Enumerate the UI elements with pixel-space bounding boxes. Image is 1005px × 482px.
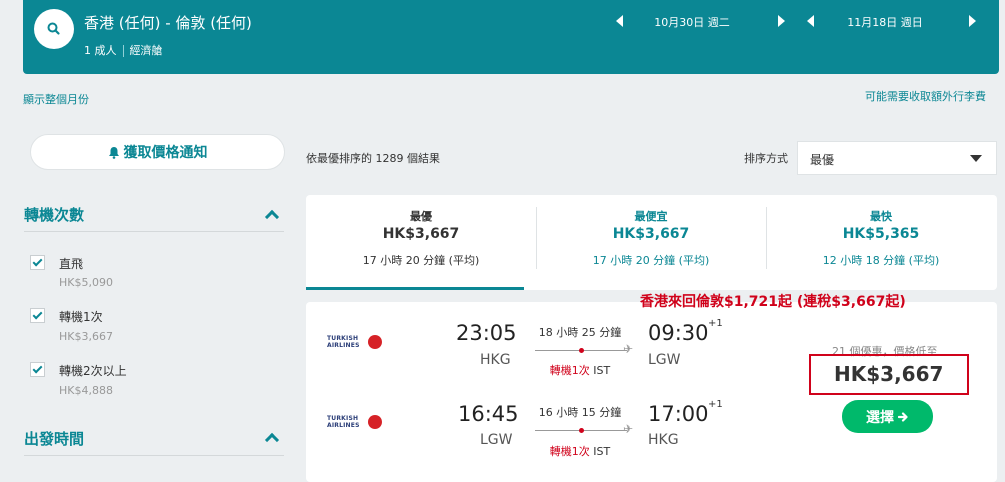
outbound-arrive-day: +1: [708, 318, 723, 329]
sort-value: 最優: [810, 153, 835, 167]
passenger-cabin-summary[interactable]: 1 成人 經濟艙: [84, 42, 163, 58]
checkmark-icon: [32, 309, 43, 320]
inbound-depart-airport: LGW: [480, 432, 513, 448]
airline-name: TURKISH AIRLINES: [327, 335, 360, 349]
stops-count: 轉機1次: [549, 445, 590, 458]
return-next-arrow-icon[interactable]: [969, 15, 976, 27]
divider: [122, 45, 124, 57]
checkbox-one-stop[interactable]: [30, 308, 45, 323]
depart-next-arrow-icon[interactable]: [778, 15, 785, 27]
tab-label: 最快: [870, 210, 892, 223]
stop-dot: [579, 428, 584, 433]
select-label: 選擇: [866, 409, 894, 426]
active-tab-indicator: [306, 287, 524, 290]
option-price: HK$5,090: [59, 276, 113, 289]
stops-via: IST: [593, 445, 611, 458]
chevron-down-icon: [970, 155, 982, 162]
depart-prev-arrow-icon[interactable]: [616, 15, 623, 27]
tab-label: 最優: [410, 210, 432, 223]
option-label: 直飛: [59, 257, 84, 271]
search-header: 香港 (任何) - 倫敦 (任何) 1 成人 經濟艙 10月30日 週二 11月1…: [23, 0, 999, 74]
outbound-stops: 轉機1次 IST: [530, 362, 630, 378]
tab-price: HK$3,667: [382, 226, 460, 242]
divider: [24, 455, 284, 456]
search-button[interactable]: [34, 9, 74, 49]
price-annotation: 香港來回倫敦$1,721起 (連稅$3,667起): [640, 294, 906, 310]
tab-price: HK$3,667: [612, 226, 690, 242]
inbound-arrive-time: 17:00: [648, 402, 709, 426]
inbound-arrive-airport: HKG: [648, 432, 679, 448]
tab-duration: 17 小時 20 分鐘 (平均): [592, 254, 710, 267]
outbound-depart-time: 23:05: [456, 321, 517, 345]
results-count-suffix: 個結果: [407, 152, 440, 165]
collapse-stops-icon[interactable]: [264, 209, 280, 225]
result-price: HK$3,667: [834, 362, 944, 386]
return-date[interactable]: 11月18日 週日: [835, 14, 935, 30]
sort-label: 排序方式: [744, 152, 788, 165]
results-count: 依最優排序的 1289 個結果: [306, 150, 440, 166]
sort-dropdown[interactable]: 最優: [797, 141, 997, 175]
tab-cheapest[interactable]: 最便宜 HK$3,667 17 小時 20 分鐘 (平均): [536, 195, 766, 290]
option-price: HK$4,888: [59, 384, 113, 397]
show-whole-month-link[interactable]: 顯示整個月份: [23, 91, 89, 107]
airline-logo-outbound: TURKISH AIRLINES: [327, 334, 383, 352]
turkish-airlines-logo-icon: [368, 415, 382, 429]
cabin-text: 經濟艙: [129, 44, 163, 57]
select-button[interactable]: 選擇: [842, 400, 933, 433]
stop-dot: [579, 348, 584, 353]
return-prev-arrow-icon[interactable]: [807, 15, 814, 27]
divider: [24, 231, 284, 232]
outbound-arrive-airport: LGW: [648, 352, 681, 368]
inbound-depart-time: 16:45: [458, 402, 519, 426]
checkbox-two-plus-stops[interactable]: [30, 362, 45, 377]
price-alert-label: 獲取價格通知: [123, 145, 208, 161]
inbound-stops: 轉機1次 IST: [530, 443, 630, 459]
departure-time-filter-title[interactable]: 出發時間: [24, 428, 84, 449]
plane-icon: ✈: [623, 422, 634, 436]
inbound-duration: 16 小時 15 分鐘: [538, 406, 622, 419]
collapse-departure-icon[interactable]: [264, 432, 280, 448]
turkish-airlines-logo-icon: [368, 335, 382, 349]
option-label: 轉機2次以上: [59, 364, 127, 378]
results-count-number: 1289: [375, 152, 404, 165]
tab-label: 最便宜: [634, 210, 668, 223]
price-alert-button[interactable]: 獲取價格通知: [30, 134, 285, 170]
stops-filter-title[interactable]: 轉機次數: [24, 204, 84, 225]
results-count-prefix: 依最優排序的: [306, 152, 372, 165]
outbound-depart-airport: HKG: [480, 352, 511, 368]
tab-duration: 17 小時 20 分鐘 (平均): [362, 254, 480, 267]
baggage-fee-link[interactable]: 可能需要收取額外行李費: [865, 88, 986, 104]
bell-icon: [108, 146, 119, 159]
checkmark-icon: [32, 363, 43, 374]
tab-fastest[interactable]: 最快 HK$5,365 12 小時 18 分鐘 (平均): [766, 195, 996, 290]
arrow-right-icon: [898, 411, 908, 422]
route-text[interactable]: 香港 (任何) - 倫敦 (任何): [84, 12, 252, 33]
airline-name: TURKISH AIRLINES: [327, 415, 360, 429]
search-icon: [47, 22, 60, 35]
stops-via: IST: [593, 364, 611, 377]
option-label: 轉機1次: [59, 310, 103, 324]
option-price: HK$3,667: [59, 330, 113, 343]
passengers-text: 1 成人: [84, 44, 117, 57]
inbound-arrive-day: +1: [708, 399, 723, 410]
stops-count: 轉機1次: [549, 364, 590, 377]
tab-price: HK$5,365: [842, 226, 920, 242]
plane-icon: ✈: [623, 342, 634, 356]
tab-duration: 12 小時 18 分鐘 (平均): [822, 254, 940, 267]
checkbox-nonstop[interactable]: [30, 255, 45, 270]
outbound-duration: 18 小時 25 分鐘: [538, 326, 622, 339]
airline-logo-inbound: TURKISH AIRLINES: [327, 414, 383, 432]
tab-best[interactable]: 最優 HK$3,667 17 小時 20 分鐘 (平均): [306, 195, 536, 290]
checkmark-icon: [32, 256, 43, 267]
depart-date[interactable]: 10月30日 週二: [642, 14, 742, 30]
outbound-arrive-time: 09:30: [648, 321, 709, 345]
sort-tabs: 最優 HK$3,667 17 小時 20 分鐘 (平均) 最便宜 HK$3,66…: [306, 195, 997, 290]
